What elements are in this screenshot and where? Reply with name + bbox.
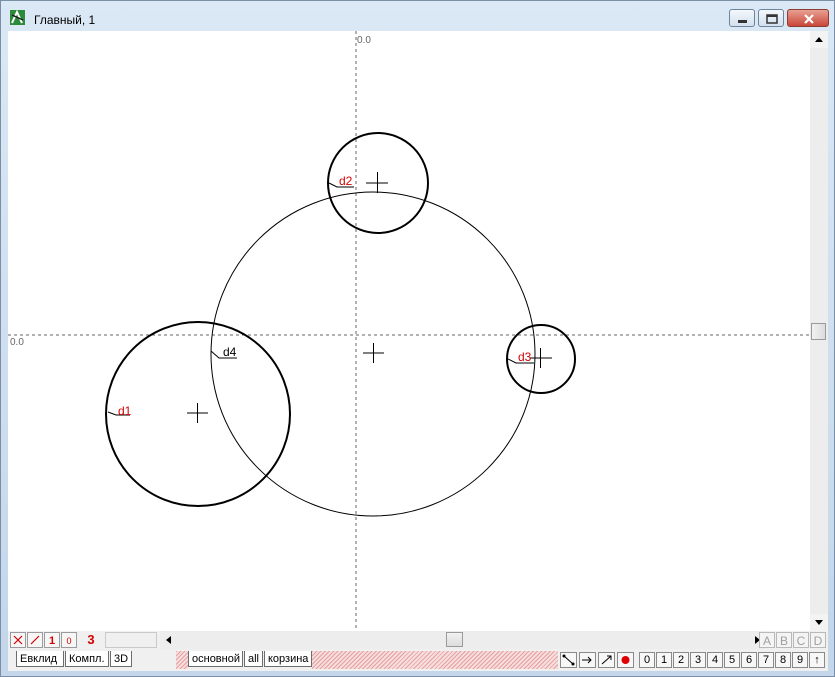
tab-3d[interactable]: 3D — [110, 651, 132, 667]
circle-label-d3: d3 — [518, 350, 532, 364]
digit-button-5[interactable]: 5 — [724, 652, 740, 668]
digit-button-0[interactable]: 0 — [639, 652, 655, 668]
center-marker-d4 — [363, 343, 384, 363]
circle-label-d2: d2 — [339, 174, 353, 188]
digit-button-7[interactable]: 7 — [758, 652, 774, 668]
scroll-up-icon[interactable] — [810, 31, 828, 48]
counter-value: 3 — [87, 632, 95, 647]
close-button[interactable] — [787, 9, 829, 27]
letter-button-c[interactable]: C — [793, 632, 809, 648]
scroll-down-icon[interactable] — [810, 614, 828, 631]
scroll-left-icon[interactable] — [160, 631, 177, 649]
tab-evklid[interactable]: Евклид — [16, 651, 64, 667]
horizontal-scroll-thumb[interactable] — [446, 632, 463, 647]
maximize-button[interactable] — [758, 9, 784, 27]
resize-icon[interactable] — [598, 652, 615, 668]
digit-button-6[interactable]: 6 — [741, 652, 757, 668]
circle-label-d1: d1 — [118, 404, 132, 418]
delete-icon[interactable] — [10, 632, 26, 648]
digit-button-2[interactable]: 2 — [673, 652, 689, 668]
letter-button-a[interactable]: A — [759, 632, 775, 648]
tab-separator — [176, 651, 188, 669]
digit-button-1[interactable]: 1 — [656, 652, 672, 668]
vertical-scroll-thumb[interactable] — [811, 323, 826, 340]
tab-empty-area — [312, 651, 558, 669]
window-title: Главный, 1 — [34, 13, 96, 27]
main-window: Главный, 1 0.0 0.0 d1 d2 d3 d4 1 0 3 A B… — [0, 0, 835, 677]
vertical-scrollbar[interactable] — [810, 31, 828, 631]
digit-button-8[interactable]: 8 — [775, 652, 791, 668]
minimize-button[interactable] — [729, 9, 755, 27]
connect-tool-icon[interactable] — [560, 652, 577, 668]
record-icon[interactable] — [617, 652, 634, 668]
digit-button-9[interactable]: 9 — [792, 652, 808, 668]
tab-kompl[interactable]: Компл. — [65, 651, 109, 667]
y-axis-origin-label: 0.0 — [357, 35, 371, 46]
up-arrow-button[interactable]: ↑ — [809, 652, 825, 668]
x-axis-origin-label: 0.0 — [10, 337, 24, 348]
digit-button-3[interactable]: 3 — [690, 652, 706, 668]
app-icon — [10, 9, 25, 25]
arrow-right-icon[interactable] — [579, 652, 596, 668]
center-marker-d3 — [530, 348, 552, 368]
status-field — [105, 632, 157, 648]
tab-row: Евклид Компл. 3D основной all корзина 0 … — [8, 649, 828, 671]
tab-osnovnoy[interactable]: основной — [188, 651, 243, 667]
letter-button-b[interactable]: B — [776, 632, 792, 648]
letter-button-d[interactable]: D — [810, 632, 826, 648]
center-marker-d2 — [366, 172, 388, 193]
status-toolbar: 1 0 3 A B C D — [8, 631, 828, 649]
horizontal-scrollbar[interactable] — [160, 631, 766, 649]
title-bar[interactable]: Главный, 1 — [1, 1, 834, 31]
center-marker-d1 — [187, 403, 208, 423]
digit-button-4[interactable]: 4 — [707, 652, 723, 668]
circle-label-d4: d4 — [223, 345, 237, 359]
tab-korzina[interactable]: корзина — [264, 651, 312, 667]
button-one[interactable]: 1 — [44, 632, 60, 648]
drawing-canvas[interactable]: 0.0 0.0 d1 d2 d3 d4 — [8, 31, 810, 631]
line-tool-icon[interactable] — [27, 632, 43, 648]
button-zero[interactable]: 0 — [61, 632, 77, 648]
tab-all[interactable]: all — [244, 651, 263, 667]
